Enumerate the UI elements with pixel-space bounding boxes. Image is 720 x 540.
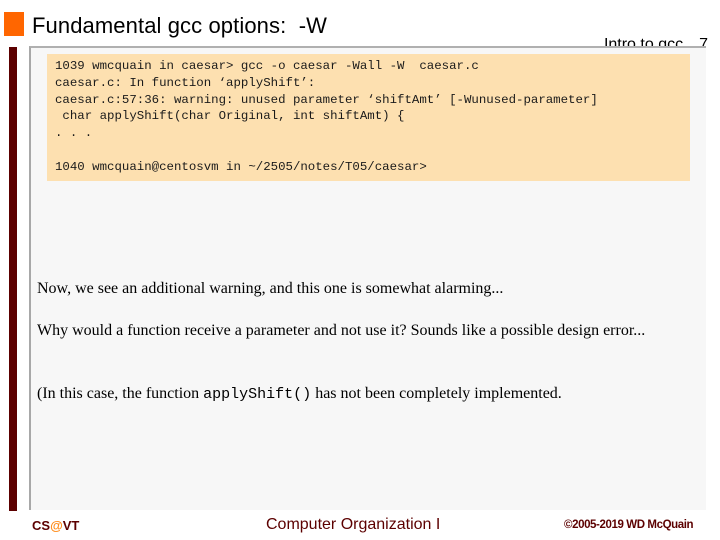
footer-course-title: Computer Organization I [266, 516, 441, 533]
terminal-line: 1039 wmcquain in caesar> gcc -o caesar -… [55, 59, 479, 73]
terminal-output: 1039 wmcquain in caesar> gcc -o caesar -… [47, 54, 690, 181]
slide-title: Fundamental gcc options: -W [32, 13, 328, 38]
footer-logo-at: @ [50, 518, 63, 533]
footer-copyright: ©2005-2019 WD McQuain [564, 519, 694, 531]
terminal-line: . . . [55, 126, 93, 141]
left-accent-bar [9, 47, 17, 511]
inline-code: applyShift() [203, 386, 312, 403]
terminal-line: 1040 wmcquain@centosvm in ~/2505/notes/T… [55, 159, 427, 174]
paragraph-implementation-note: (In this case, the function applyShift()… [37, 383, 687, 405]
terminal-line: caesar.c:57:36: warning: unused paramete… [55, 92, 598, 107]
title-bullet-square [4, 12, 24, 36]
terminal-line: char applyShift(char Original, int shift… [55, 109, 405, 124]
footer-logo: CS@VT [32, 518, 79, 533]
paragraph-text: has not been completely implemented. [311, 385, 562, 402]
terminal-line: caesar.c: In function ‘applyShift’: [55, 75, 316, 90]
paragraph-text: (In this case, the function [37, 385, 204, 402]
paragraph-warning-note: Now, we see an additional warning, and t… [37, 280, 504, 297]
footer-logo-cs: CS [32, 518, 51, 533]
paragraph-design-question: Why would a function receive a parameter… [37, 322, 646, 339]
footer-logo-vt: VT [62, 518, 80, 533]
